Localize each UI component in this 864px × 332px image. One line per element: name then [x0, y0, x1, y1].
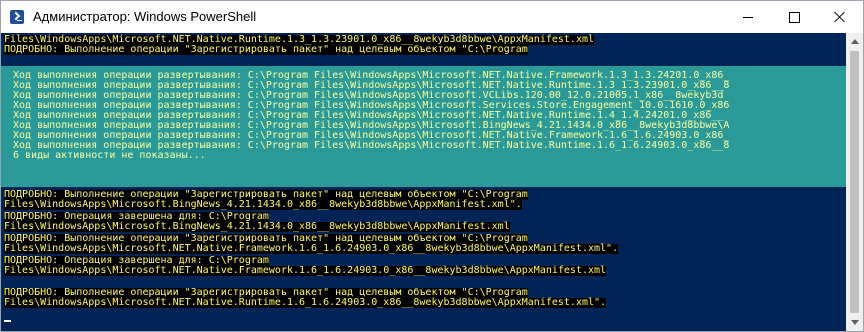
console-output[interactable]: Files\WindowsApps\Microsoft.NET.Native.R…: [1, 33, 846, 331]
powershell-icon[interactable]: [10, 10, 24, 24]
scrollbar-thumb[interactable]: [850, 51, 859, 313]
console-line: Files\WindowsApps\Microsoft.NET.Native.F…: [4, 265, 607, 276]
close-button[interactable]: [817, 1, 863, 33]
scroll-down-arrow-icon: [850, 320, 859, 325]
console-line: Files\WindowsApps\Microsoft.NET.Native.R…: [4, 297, 607, 308]
console-line: Files\WindowsApps\Microsoft.BingNews_4.2…: [4, 199, 522, 210]
powershell-window: Администратор: Windows PowerShell Files\…: [0, 0, 864, 332]
maximize-icon: [788, 11, 800, 23]
scroll-up-button[interactable]: [846, 33, 863, 50]
minimize-button[interactable]: [725, 1, 771, 33]
close-icon: [834, 11, 846, 23]
title-bar[interactable]: Администратор: Windows PowerShell: [1, 1, 863, 33]
console-line: Files\WindowsApps\Microsoft.BingNews_4.2…: [4, 221, 510, 232]
progress-panel: Ход выполнения операции развертывания: C…: [1, 66, 846, 187]
minimize-icon: [743, 16, 753, 18]
console-line: ПОДРОБНО: Выполнение операции "Зарегистр…: [4, 44, 528, 55]
maximize-button[interactable]: [771, 1, 817, 33]
console-line: Files\WindowsApps\Microsoft.NET.Native.F…: [4, 243, 619, 254]
text-cursor: [4, 320, 11, 322]
scroll-up-arrow-icon: [850, 39, 859, 44]
hidden-activities-note: 6 виды активности не показаны...: [13, 150, 206, 161]
scroll-down-button[interactable]: [846, 314, 863, 331]
window-title: Администратор: Windows PowerShell: [33, 9, 257, 24]
vertical-scrollbar[interactable]: [846, 33, 863, 331]
